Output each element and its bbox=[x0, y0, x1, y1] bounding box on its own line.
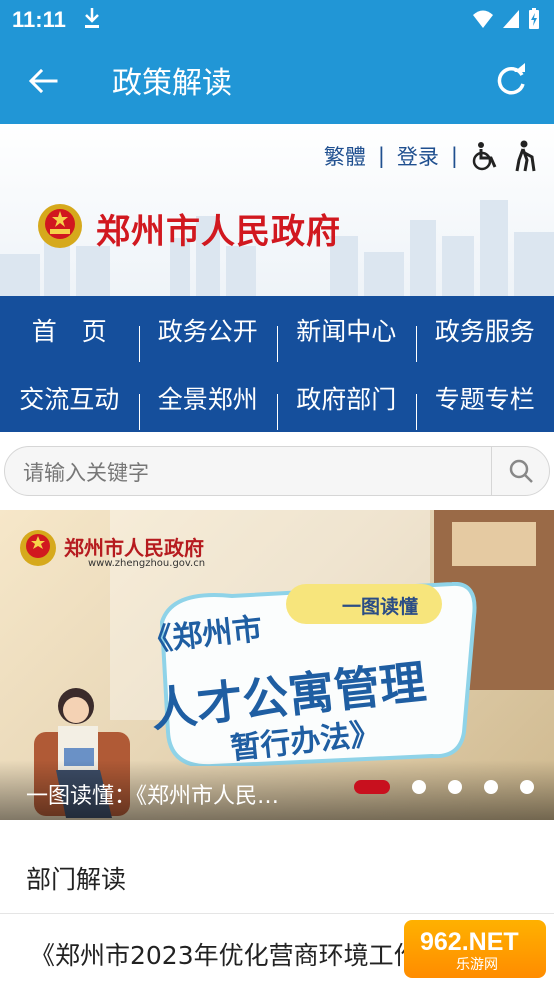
nav-item-panorama[interactable]: 全景郑州 bbox=[138, 380, 278, 430]
link-separator: | bbox=[450, 144, 458, 168]
carousel-dot[interactable] bbox=[448, 780, 462, 794]
status-icons bbox=[472, 8, 540, 30]
banner-books-illustration bbox=[452, 522, 536, 566]
watermark-subtext: 乐游网 bbox=[456, 957, 498, 973]
banner-emblem-icon bbox=[20, 530, 56, 566]
national-emblem-icon bbox=[38, 204, 82, 248]
refresh-icon[interactable] bbox=[494, 62, 528, 98]
nav-item-news[interactable]: 新闻中心 bbox=[277, 312, 416, 362]
banner-logo-text: 郑州市人民政府 bbox=[64, 536, 204, 560]
banner-caption[interactable]: 一图读懂：《郑州市人民… bbox=[26, 778, 279, 810]
nav-item-government-affairs[interactable]: 政务公开 bbox=[138, 312, 278, 362]
page-title: 政策解读 bbox=[112, 66, 232, 101]
wifi-icon bbox=[473, 10, 493, 28]
wheelchair-icon[interactable] bbox=[470, 141, 502, 171]
search-divider bbox=[491, 447, 492, 495]
header-links: 繁體 | 登录 | bbox=[324, 140, 540, 172]
back-arrow-icon[interactable] bbox=[26, 64, 60, 98]
app-bar: 政策解读 bbox=[0, 38, 554, 124]
site-header: 繁體 | 登录 | 郑州市人民政府 bbox=[0, 124, 554, 296]
carousel-dot[interactable] bbox=[412, 780, 426, 794]
section-header: 部门解读 bbox=[0, 838, 554, 914]
main-navigation: 首 页 政务公开 新闻中心 政务服务 交流互动 全景郑州 政府部门 专题专栏 bbox=[0, 296, 554, 432]
traditional-chinese-link[interactable]: 繁體 bbox=[324, 141, 366, 171]
signal-icon bbox=[503, 10, 519, 28]
nav-item-services[interactable]: 政务服务 bbox=[415, 312, 554, 362]
search-bar[interactable]: 请输入关键字 bbox=[4, 446, 550, 496]
site-name: 郑州市人民政府 bbox=[96, 212, 341, 252]
status-time: 11:11 bbox=[12, 7, 66, 32]
status-bar: 11:11 bbox=[0, 0, 554, 38]
section-title: 部门解读 bbox=[26, 865, 127, 894]
nav-row: 交流互动 全景郑州 政府部门 专题专栏 bbox=[0, 364, 554, 432]
nav-item-topics[interactable]: 专题专栏 bbox=[415, 380, 554, 430]
banner-pill: 一图读懂 bbox=[286, 584, 442, 624]
login-link[interactable]: 登录 bbox=[397, 141, 439, 171]
news-item-title[interactable]: 《郑州市2023年优化营商环境工作 bbox=[30, 936, 419, 972]
link-separator: | bbox=[377, 144, 385, 168]
download-icon bbox=[85, 8, 99, 28]
carousel-banner[interactable]: 郑州市人民政府 www.zhengzhou.gov.cn 一图读懂 《郑州市 人… bbox=[0, 510, 554, 820]
watermark-logo: 962.NET 乐游网 bbox=[404, 920, 546, 978]
banner-pill-text: 一图读懂 bbox=[342, 596, 419, 618]
carousel-dot-active[interactable] bbox=[354, 780, 390, 794]
battery-icon bbox=[529, 8, 539, 29]
carousel-indicators bbox=[354, 780, 534, 794]
watermark-brand: 962.NET bbox=[420, 928, 519, 956]
banner-url: www.zhengzhou.gov.cn bbox=[88, 558, 206, 569]
carousel-dot[interactable] bbox=[484, 780, 498, 794]
nav-item-departments[interactable]: 政府部门 bbox=[277, 380, 416, 430]
elderly-mode-icon[interactable] bbox=[512, 140, 540, 172]
banner-caption-bar: 一图读懂：《郑州市人民… bbox=[0, 760, 554, 820]
search-icon[interactable] bbox=[508, 458, 534, 484]
nav-item-interaction[interactable]: 交流互动 bbox=[0, 380, 139, 416]
nav-row: 首 页 政务公开 新闻中心 政务服务 bbox=[0, 296, 554, 364]
carousel-dot[interactable] bbox=[520, 780, 534, 794]
nav-item-home[interactable]: 首 页 bbox=[0, 312, 139, 348]
search-input[interactable]: 请输入关键字 bbox=[23, 457, 149, 487]
